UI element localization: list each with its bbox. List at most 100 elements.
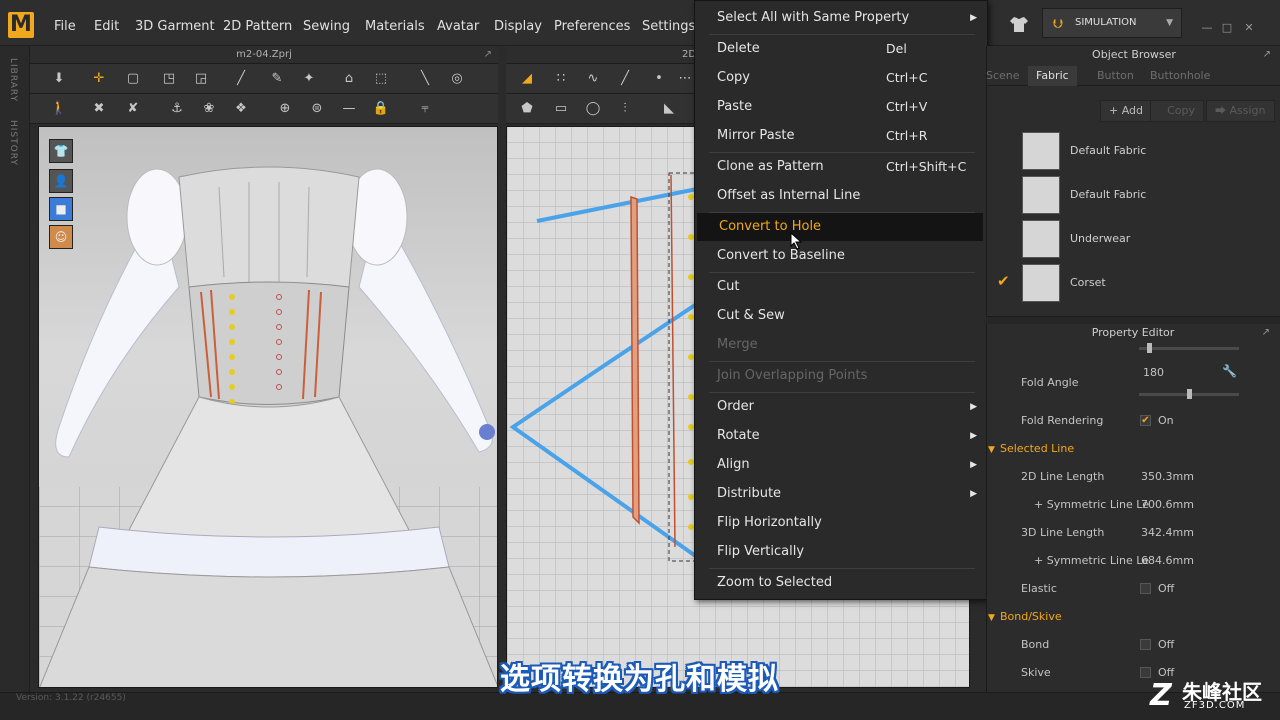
top-slider[interactable] (1139, 343, 1239, 353)
line2d-value[interactable]: 350.3mm (1141, 470, 1194, 483)
button-tool-icon[interactable]: ❀ (198, 99, 220, 119)
select-box-icon[interactable]: ▢ (122, 69, 144, 89)
edit-point-icon[interactable]: ∷ (550, 69, 572, 89)
menu-cut[interactable]: Cut (695, 273, 987, 301)
menu-edit[interactable]: Edit (94, 19, 119, 34)
menu-select-all-same-property[interactable]: Select All with Same Property ▶ (695, 4, 987, 32)
menu-flip-horizontally[interactable]: Flip Horizontally (695, 509, 987, 537)
measure-icon[interactable]: ╲ (414, 69, 436, 89)
menu-delete[interactable]: Delete Del (695, 35, 987, 63)
fabric-item[interactable]: Default Fabric (986, 130, 1280, 174)
menu-convert-to-hole[interactable]: Convert to Hole (697, 213, 983, 241)
zipper-icon[interactable]: ⫧ (414, 99, 436, 119)
selected-line-section[interactable]: ▼ Selected Line (988, 442, 1074, 455)
fold-icon[interactable]: ◲ (190, 69, 212, 89)
menu-copy[interactable]: Copy Ctrl+C (695, 64, 987, 92)
fabric-item[interactable]: Default Fabric (986, 174, 1280, 218)
fabric-item[interactable]: ✔ Corset (986, 262, 1280, 306)
history-tab[interactable]: HISTORY (8, 120, 18, 166)
garment-tool-icon[interactable]: ✦ (298, 69, 320, 89)
add-button[interactable]: + Add (1100, 100, 1153, 122)
garment-icon[interactable] (1008, 14, 1030, 34)
curve-point-icon[interactable]: ╱ (614, 69, 636, 89)
menu-paste[interactable]: Paste Ctrl+V (695, 93, 987, 121)
pin-icon[interactable]: ↗ (1262, 324, 1270, 342)
fold-angle-value[interactable]: 180 (1143, 366, 1164, 379)
library-tab[interactable]: LIBRARY (8, 58, 18, 102)
polygon-icon[interactable]: ⬟ (516, 99, 538, 119)
menu-align[interactable]: Align ▶ (695, 451, 987, 479)
menu-settings[interactable]: Settings (642, 19, 695, 34)
sew-icon[interactable]: ✖ (88, 99, 110, 119)
viewport-3d[interactable]: 👕 👤 ■ ☺ (38, 126, 498, 688)
select-move-icon[interactable]: ✛ (88, 69, 110, 89)
menu-distribute[interactable]: Distribute ▶ (695, 480, 987, 508)
wrench-icon[interactable]: 🔧 (1222, 364, 1237, 378)
texture-icon[interactable]: ■ (49, 197, 73, 221)
menu-preferences[interactable]: Preferences (554, 19, 630, 34)
menu-rotate[interactable]: Rotate ▶ (695, 422, 987, 450)
tab-button[interactable]: Button (1097, 66, 1134, 86)
tape-icon[interactable]: ◎ (446, 69, 468, 89)
line-icon[interactable]: — (338, 99, 360, 119)
dart-icon[interactable]: ◣ (658, 99, 680, 119)
fold-rendering-checkbox[interactable]: ✔ (1140, 415, 1151, 426)
tack-icon[interactable]: ⚓ (166, 99, 188, 119)
internal-line-icon[interactable]: ⫶ (614, 99, 636, 119)
menu-order[interactable]: Order ▶ (695, 393, 987, 421)
fit-icon[interactable]: ⌂ (338, 69, 360, 89)
slider-knob[interactable] (1147, 343, 1152, 353)
more-tools-icon[interactable]: ⋯ (674, 69, 696, 89)
transform-icon[interactable]: ◳ (158, 69, 180, 89)
menu-offset-internal-line[interactable]: Offset as Internal Line (695, 182, 987, 210)
pin-icon[interactable]: ↗ (1263, 46, 1271, 64)
menu-mirror-paste[interactable]: Mirror Paste Ctrl+R (695, 122, 987, 150)
bond-checkbox[interactable] (1140, 639, 1151, 650)
menu-2d-pattern[interactable]: 2D Pattern (223, 19, 292, 34)
fold-angle-slider[interactable] (1139, 389, 1239, 399)
menu-convert-to-baseline[interactable]: Convert to Baseline (695, 242, 987, 270)
lock-icon[interactable]: 🔒 (370, 99, 392, 119)
menu-materials[interactable]: Materials (365, 19, 425, 34)
slider-knob[interactable] (1187, 389, 1192, 399)
circle-icon[interactable]: ◯ (582, 99, 604, 119)
add-point-icon[interactable]: • (648, 69, 670, 89)
panel-divider[interactable] (986, 316, 1280, 324)
elastic-checkbox[interactable] (1140, 583, 1151, 594)
show-avatar-icon[interactable]: 👤 (49, 169, 73, 193)
close-icon[interactable]: ✕ (1242, 22, 1256, 34)
brush-icon[interactable]: ✎ (266, 69, 288, 89)
menu-avatar[interactable]: Avatar (437, 19, 479, 34)
fabric-item[interactable]: Underwear (986, 218, 1280, 262)
menu-display[interactable]: Display (494, 19, 542, 34)
edit-pattern-icon[interactable]: ◢ (516, 69, 538, 89)
buttonhole-icon[interactable]: ⊜ (306, 99, 328, 119)
tab-buttonhole[interactable]: Buttonhole (1150, 66, 1210, 86)
simulation-button[interactable]: ⮋ SIMULATION ▼ (1042, 8, 1182, 38)
menu-clone-as-pattern[interactable]: Clone as Pattern Ctrl+Shift+C (695, 153, 987, 181)
menu-file[interactable]: File (54, 19, 76, 34)
menu-sewing[interactable]: Sewing (303, 19, 350, 34)
pattern-icon[interactable]: ❖ (230, 99, 252, 119)
bond-skive-section[interactable]: ▼ Bond/Skive (988, 610, 1062, 623)
add-button-icon[interactable]: ⊕ (274, 99, 296, 119)
restore-icon[interactable]: □ (1220, 22, 1234, 34)
avatar-tool-icon[interactable]: ⬚ (370, 69, 392, 89)
show-garment-icon[interactable]: 👕 (49, 139, 73, 163)
menu-3d-garment[interactable]: 3D Garment (135, 19, 215, 34)
minimize-icon[interactable]: — (1200, 22, 1214, 34)
avatar-skin-icon[interactable]: ☺ (49, 225, 73, 249)
sew-segment-icon[interactable]: ✘ (122, 99, 144, 119)
tab-fabric[interactable]: Fabric (1028, 66, 1077, 86)
rectangle-icon[interactable]: ▭ (550, 99, 572, 119)
pin-icon[interactable]: ╱ (230, 69, 252, 89)
menu-zoom-to-selected[interactable]: Zoom to Selected (695, 569, 987, 597)
walk-icon[interactable]: 🚶 (48, 99, 70, 119)
tab-scene[interactable]: Scene (986, 66, 1020, 86)
popout-icon[interactable]: ↗ (484, 46, 492, 64)
chevron-down-icon[interactable]: ▼ (1166, 9, 1173, 37)
menu-cut-and-sew[interactable]: Cut & Sew (695, 302, 987, 330)
menu-flip-vertically[interactable]: Flip Vertically (695, 538, 987, 566)
edit-curve-icon[interactable]: ∿ (582, 69, 604, 89)
move-down-icon[interactable]: ⬇ (48, 69, 70, 89)
